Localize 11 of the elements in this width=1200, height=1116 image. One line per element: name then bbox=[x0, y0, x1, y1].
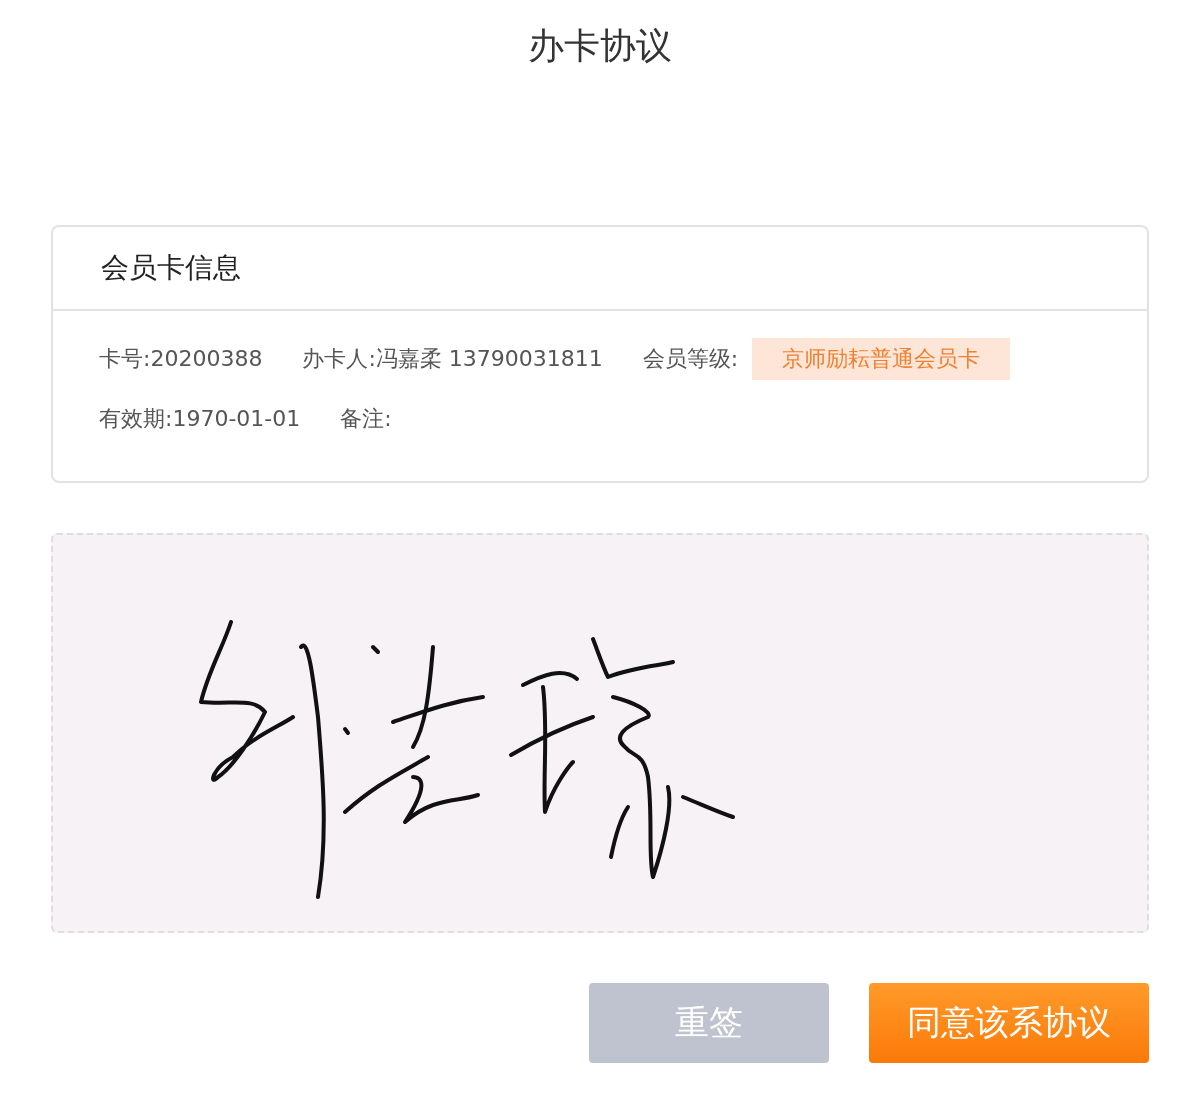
info-text: 备注: bbox=[340, 405, 392, 433]
info-text: 办卡人:冯嘉柔 13790031811 bbox=[302, 345, 603, 373]
signature-pad[interactable] bbox=[51, 533, 1149, 933]
re-sign-button[interactable]: 重签 bbox=[589, 983, 829, 1063]
agree-button[interactable]: 同意该系协议 bbox=[869, 983, 1149, 1063]
info-text: 有效期:1970-01-01 bbox=[99, 405, 301, 433]
info-text: 卡号:20200388 bbox=[99, 345, 263, 373]
page-title: 办卡协议 bbox=[528, 24, 672, 68]
level-tag: 京师励耘普通会员卡 bbox=[752, 338, 1011, 380]
card-title: 会员卡信息 bbox=[101, 250, 241, 286]
info-text: 会员等级: bbox=[642, 345, 739, 373]
